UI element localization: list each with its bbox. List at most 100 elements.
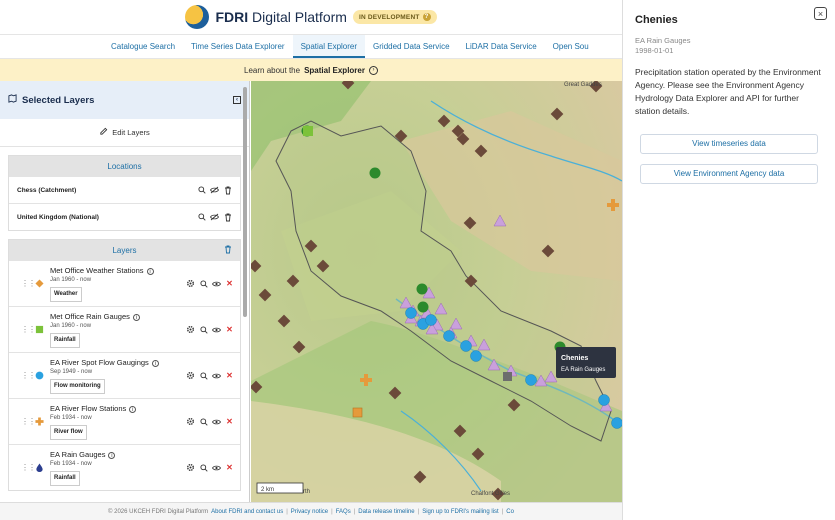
selected-station-marker[interactable]	[503, 372, 512, 381]
fdri-logo[interactable]	[185, 5, 210, 29]
spot-flow-marker[interactable]	[425, 314, 437, 326]
gear-icon[interactable]	[186, 463, 195, 472]
layer-date: Feb 1934 - now	[50, 415, 92, 421]
info-icon[interactable]: i	[146, 267, 154, 275]
eye-icon[interactable]	[212, 417, 221, 426]
brand-bold: FDRI	[215, 9, 249, 25]
spot-flow-marker[interactable]	[443, 330, 455, 342]
eye-icon[interactable]	[212, 463, 221, 472]
trash-icon[interactable]	[223, 186, 232, 195]
weather-station-marker[interactable]	[352, 407, 363, 418]
footer-link[interactable]: Sign up to FDRI's mailing list	[422, 509, 499, 515]
search-icon[interactable]	[199, 417, 208, 426]
remove-icon[interactable]: ✕	[225, 463, 234, 472]
weather-station-green-marker[interactable]	[417, 301, 429, 313]
rain-gauge-marker[interactable]	[303, 126, 313, 136]
layer-actions: ✕	[186, 325, 234, 334]
layer-name: Met Office Weather Stations	[50, 266, 144, 275]
edit-layers-button[interactable]: Edit Layers	[0, 119, 249, 147]
weather-station-green-marker[interactable]	[416, 283, 428, 295]
search-icon[interactable]	[199, 279, 208, 288]
gear-icon[interactable]	[186, 371, 195, 380]
drag-handle-icon[interactable]: ⋮⋮	[21, 463, 36, 472]
spot-flow-marker[interactable]	[405, 307, 417, 319]
banner-text: Learn about the	[244, 65, 301, 75]
station-panel: Chenies × EA Rain Gauges 1998-01-01 Prec…	[622, 0, 835, 520]
layer-info: EA Rain Gauges i Feb 1934 - now Rainfall	[50, 449, 186, 486]
nav-tab[interactable]: Time Series Data Explorer	[183, 35, 293, 58]
footer-link[interactable]: Privacy notice	[291, 509, 328, 515]
remove-icon[interactable]: ✕	[225, 325, 234, 334]
sidebar-scrollbar[interactable]	[243, 87, 247, 317]
info-icon[interactable]: i	[129, 405, 137, 413]
hide-icon[interactable]	[210, 213, 219, 222]
info-icon[interactable]: i	[108, 451, 116, 459]
nav-tab[interactable]: Spatial Explorer	[292, 35, 366, 58]
footer-link[interactable]: Data release timeline	[358, 509, 414, 515]
footer-separator: |	[417, 508, 420, 515]
layer-tag: Flow monitoring	[50, 379, 105, 394]
map-view[interactable]: Chenies EA Rain Gauges Great Gaddes rth …	[251, 81, 622, 502]
gear-icon[interactable]	[186, 325, 195, 334]
eye-icon[interactable]	[212, 371, 221, 380]
remove-icon[interactable]: ✕	[225, 417, 234, 426]
eye-icon[interactable]	[212, 279, 221, 288]
arrow-right-icon[interactable]: ›	[368, 65, 378, 75]
search-icon[interactable]	[199, 325, 208, 334]
nav-tab[interactable]: Gridded Data Service	[365, 35, 457, 58]
collapse-sidebar-icon[interactable]: ‹	[233, 96, 241, 104]
drag-handle-icon[interactable]: ⋮⋮	[21, 371, 36, 380]
drag-handle-icon[interactable]: ⋮⋮	[21, 279, 36, 288]
trash-icon[interactable]	[223, 213, 232, 222]
location-label: Chess (Catchment)	[17, 186, 77, 194]
layer-name: EA Rain Gauges	[50, 450, 106, 459]
gear-icon[interactable]	[186, 417, 195, 426]
info-icon[interactable]: i	[132, 313, 140, 321]
nav-tab[interactable]: Catalogue Search	[103, 35, 183, 58]
sidebar-title: Selected Layers	[22, 94, 95, 106]
banner-link[interactable]: Spatial Explorer	[304, 66, 365, 75]
layer-actions: ✕	[186, 279, 234, 288]
locations-section: Locations Chess (Catchment) United Kingd…	[8, 155, 241, 231]
search-icon[interactable]	[199, 463, 208, 472]
view-ea-data-button[interactable]: View Environment Agency data	[640, 164, 818, 184]
layer-info: EA River Flow Stations i Feb 1934 - now R…	[50, 403, 186, 440]
spot-flow-marker[interactable]	[470, 350, 482, 362]
map-scale: 2 km	[256, 482, 304, 494]
search-icon[interactable]	[197, 213, 206, 222]
gear-icon[interactable]	[186, 279, 195, 288]
clear-layers-icon[interactable]	[224, 245, 232, 256]
eye-icon[interactable]	[212, 325, 221, 334]
hide-icon[interactable]	[210, 186, 219, 195]
drag-handle-icon[interactable]: ⋮⋮	[21, 325, 36, 334]
footer-link[interactable]: FAQs	[336, 509, 351, 515]
search-icon[interactable]	[197, 186, 206, 195]
brand-title[interactable]: FDRI Digital Platform	[215, 9, 346, 25]
layers-section: Layers ⋮⋮ Met Office Weather Stations i J…	[8, 239, 241, 491]
footer-copyright: © 2026 UKCEH FDRI Digital Platform	[108, 508, 209, 515]
footer-link[interactable]: Co	[506, 509, 514, 515]
footer-link[interactable]: About FDRI and contact us	[211, 509, 283, 515]
spot-flow-marker[interactable]	[460, 340, 472, 352]
nav-tab[interactable]: Open Sou	[545, 35, 597, 58]
nav-tab[interactable]: LiDAR Data Service	[458, 35, 545, 58]
drag-handle-icon[interactable]: ⋮⋮	[21, 417, 36, 426]
spot-flow-marker[interactable]	[611, 417, 623, 429]
remove-icon[interactable]: ✕	[225, 279, 234, 288]
search-icon[interactable]	[199, 371, 208, 380]
spot-flow-marker[interactable]	[525, 374, 537, 386]
info-icon[interactable]: i	[151, 359, 159, 367]
remove-icon[interactable]: ✕	[225, 371, 234, 380]
location-row: United Kingdom (National)	[9, 203, 240, 230]
dev-badge[interactable]: IN DEVELOPMENT?	[352, 10, 437, 24]
view-timeseries-button[interactable]: View timeseries data	[640, 134, 818, 154]
close-panel-icon[interactable]: ×	[814, 7, 827, 20]
spot-flow-marker[interactable]	[598, 394, 610, 406]
weather-station-green-marker[interactable]	[369, 167, 381, 179]
layer-name: EA River Flow Stations	[50, 404, 127, 413]
layer-row: ⋮⋮ Met Office Weather Stations i Jan 1960…	[9, 260, 240, 306]
main-nav: Catalogue Search Time Series Data Explore…	[0, 34, 622, 59]
station-tooltip: Chenies EA Rain Gauges	[556, 347, 616, 378]
layers-title: Layers	[112, 245, 137, 255]
footer-separator: |	[286, 508, 288, 515]
